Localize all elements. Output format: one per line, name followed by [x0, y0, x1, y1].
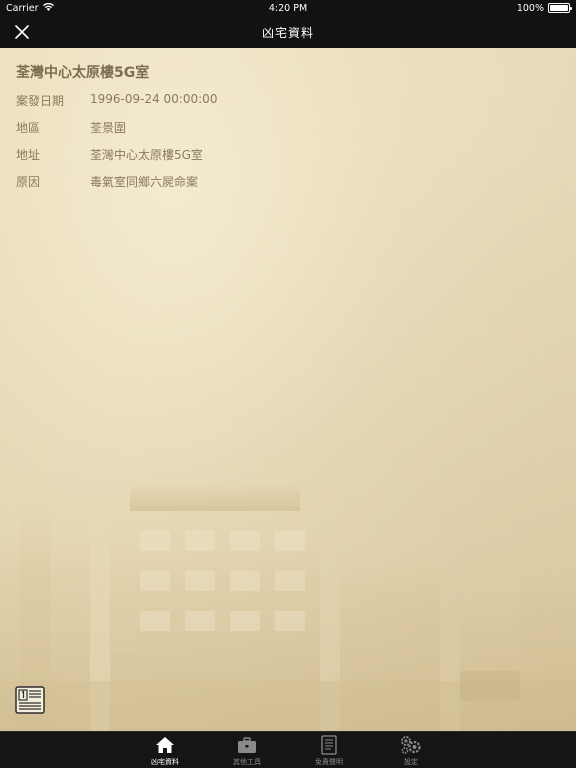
battery-fill — [550, 5, 568, 11]
field-label: 地址 — [16, 148, 41, 162]
tab-label: 其他工具 — [233, 757, 261, 766]
tab-house-info[interactable]: 凶宅資料 — [136, 732, 194, 768]
tab-bar: 凶宅資料 其他工具 免責聲明 設定 — [0, 731, 576, 768]
home-icon — [154, 735, 176, 755]
tab-label: 免責聲明 — [315, 757, 343, 766]
gears-icon — [400, 735, 422, 755]
battery-percent: 100% — [516, 2, 544, 14]
record-info: 荃灣中心太原樓5G室 案發日期 1996-09-24 00:00:00 地區 荃… — [16, 62, 217, 200]
field-row-date: 案發日期 1996-09-24 00:00:00 — [16, 92, 217, 119]
city-background-illustration — [0, 471, 576, 731]
nav-bar: 凶宅資料 — [0, 16, 576, 48]
page-title: 凶宅資料 — [261, 25, 314, 40]
document-icon — [318, 734, 340, 755]
tab-label: 凶宅資料 — [151, 757, 179, 766]
record-title: 荃灣中心太原樓5G室 — [16, 65, 150, 81]
status-left: Carrier — [6, 2, 54, 14]
tab-disclaimer[interactable]: 免責聲明 — [300, 732, 358, 768]
status-right: 100% — [516, 2, 572, 14]
field-label: 地區 — [16, 121, 41, 135]
newspaper-icon — [15, 686, 45, 714]
field-value: 荃灣中心太原樓5G室 — [90, 148, 203, 162]
field-label: 案發日期 — [16, 94, 65, 108]
tab-other-tools[interactable]: 其他工具 — [218, 732, 276, 768]
news-button[interactable] — [14, 684, 46, 716]
close-icon — [15, 25, 29, 39]
carrier-label: Carrier — [6, 2, 39, 14]
tab-label: 設定 — [404, 757, 418, 766]
field-value: 毒氣室同鄉六屍命案 — [90, 175, 199, 189]
field-row-address: 地址 荃灣中心太原樓5G室 — [16, 146, 217, 173]
field-value: 荃景圍 — [90, 121, 127, 135]
tab-settings[interactable]: 設定 — [382, 732, 440, 768]
field-row-reason: 原因 毒氣室同鄉六屍命案 — [16, 173, 217, 200]
status-time: 4:20 PM — [268, 2, 308, 14]
wifi-icon — [42, 2, 54, 14]
battery-icon — [548, 3, 572, 13]
status-bar: Carrier 4:20 PM 100% — [0, 0, 576, 16]
briefcase-icon — [236, 735, 258, 755]
field-row-district: 地區 荃景圍 — [16, 119, 217, 146]
content-area: 荃灣中心太原樓5G室 案發日期 1996-09-24 00:00:00 地區 荃… — [0, 48, 576, 731]
field-label: 原因 — [16, 175, 41, 189]
field-value: 1996-09-24 00:00:00 — [90, 92, 218, 106]
close-button[interactable] — [12, 22, 32, 42]
